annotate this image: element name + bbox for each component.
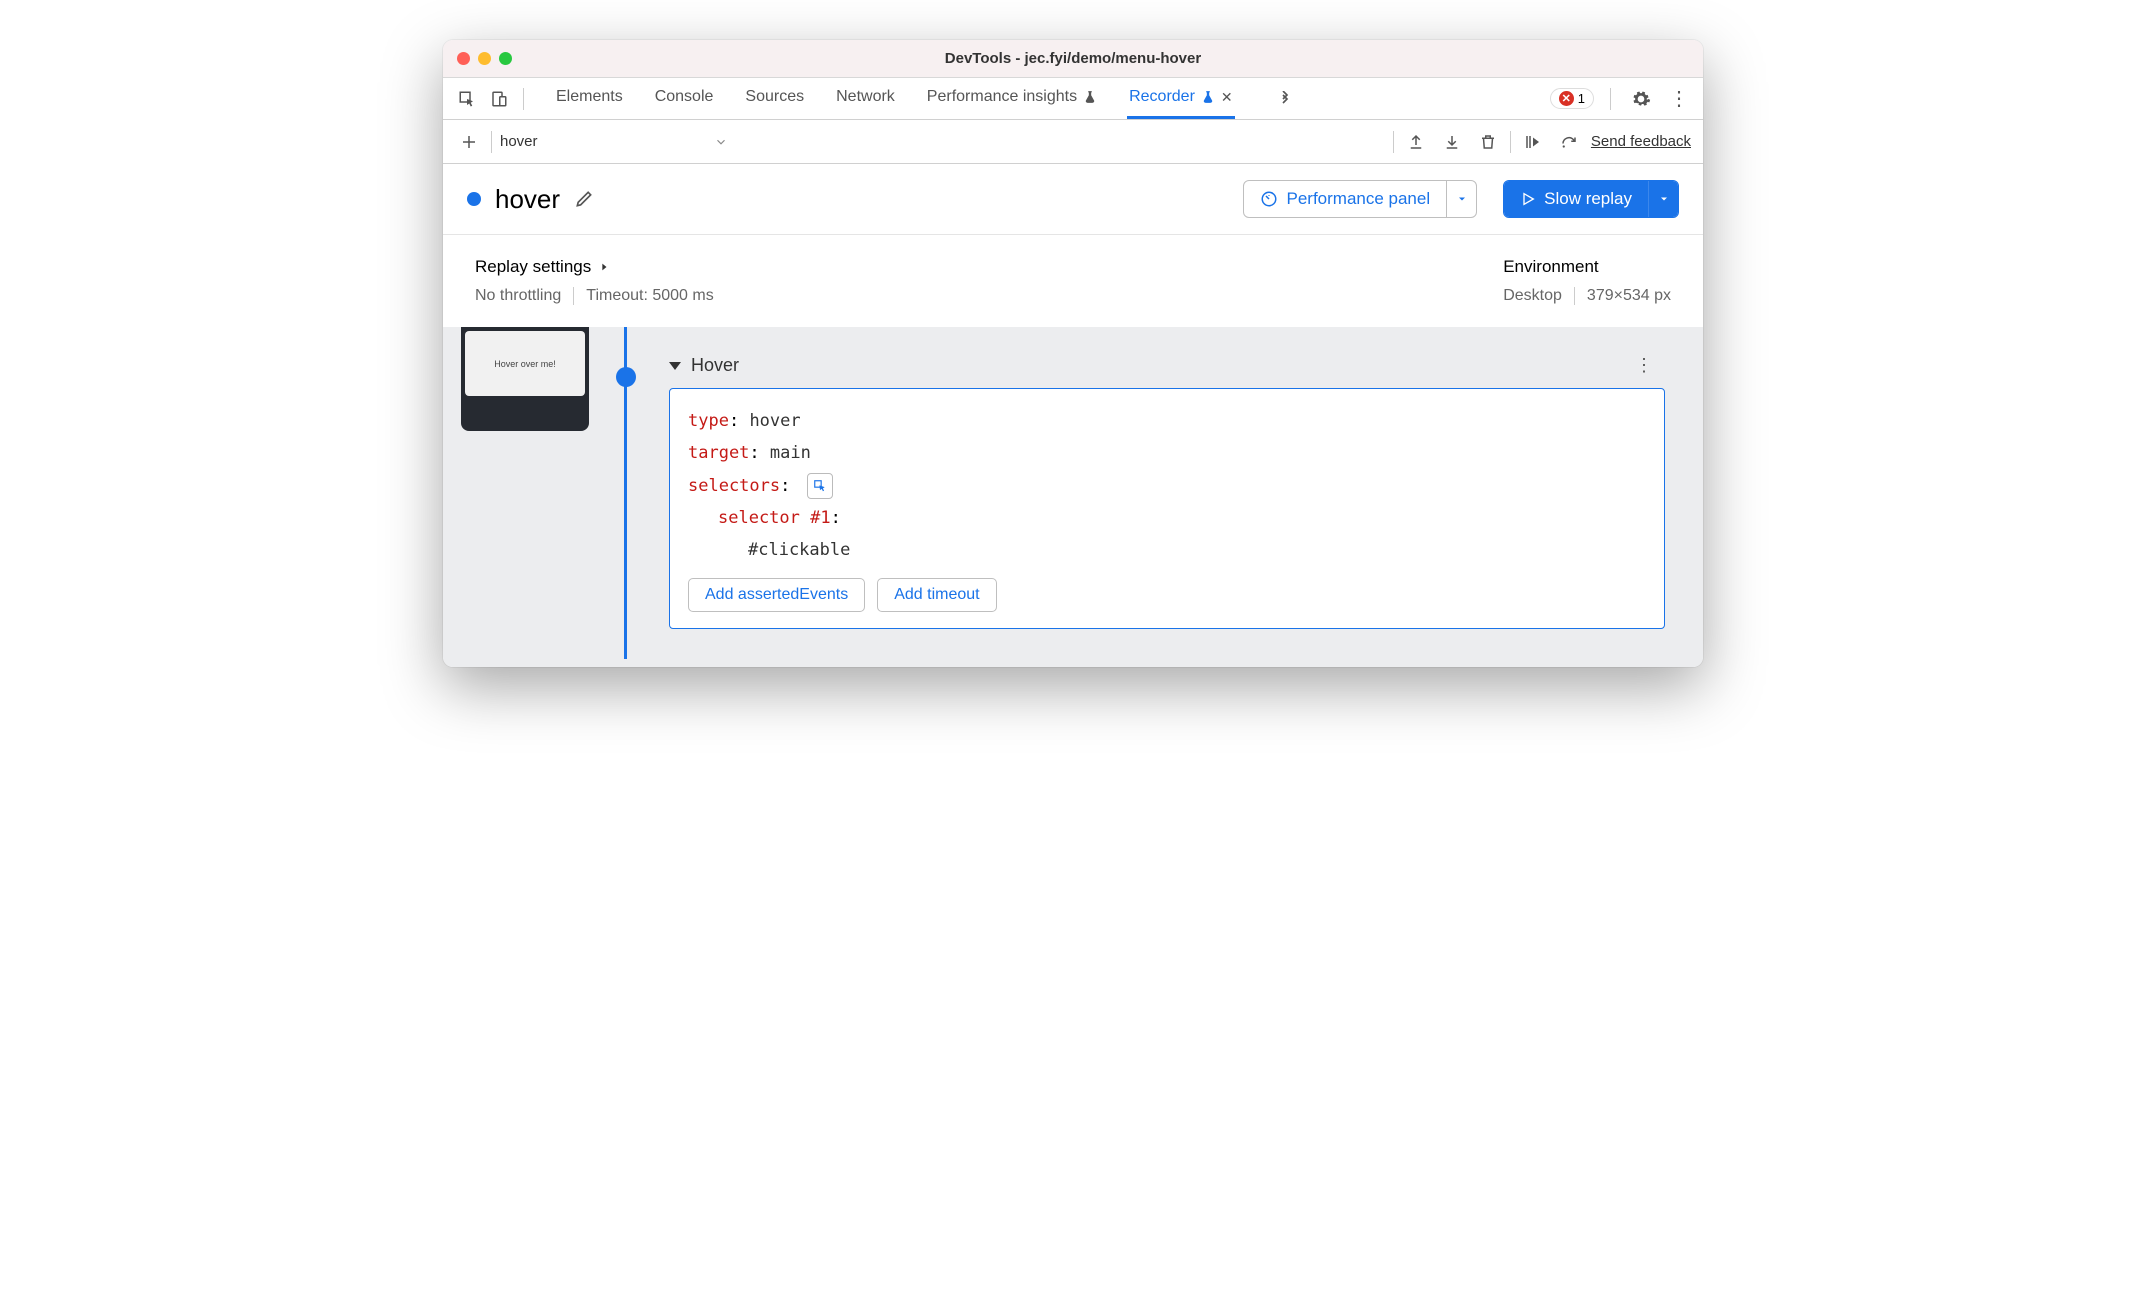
recording-title: hover: [495, 184, 560, 215]
delete-icon[interactable]: [1474, 128, 1502, 156]
performance-dropdown-icon[interactable]: [1446, 181, 1476, 217]
separator: [573, 287, 574, 305]
tab-network[interactable]: Network: [834, 78, 897, 119]
replay-settings-toggle[interactable]: Replay settings: [475, 257, 714, 277]
k-type: type: [688, 411, 729, 431]
titlebar: DevTools - jec.fyi/demo/menu-hover: [443, 40, 1703, 78]
tab-strip: Elements Console Sources Network Perform…: [443, 78, 1703, 120]
inspect-icon[interactable]: [453, 85, 481, 113]
environment-label: Environment: [1503, 257, 1671, 277]
window-title: DevTools - jec.fyi/demo/menu-hover: [443, 50, 1703, 67]
caret-right-icon: [599, 260, 609, 274]
tab-label: Recorder: [1129, 88, 1195, 106]
env-size: 379×534 px: [1587, 287, 1671, 305]
kebab-menu-icon[interactable]: ⋮: [1665, 85, 1693, 113]
tab-elements[interactable]: Elements: [554, 78, 625, 119]
tab-sources[interactable]: Sources: [743, 78, 806, 119]
close-tab-icon[interactable]: ✕: [1221, 89, 1233, 106]
flask-icon: [1083, 90, 1097, 104]
tab-performance-insights[interactable]: Performance insights: [925, 78, 1099, 119]
error-count: 1: [1578, 91, 1585, 106]
add-asserted-events-button[interactable]: Add assertedEvents: [688, 578, 865, 612]
step-thumbnail[interactable]: Hover over me!: [461, 327, 589, 431]
error-badge[interactable]: ✕ 1: [1550, 88, 1594, 109]
play-icon: [1520, 191, 1536, 207]
replay-dropdown-icon[interactable]: [1648, 181, 1678, 217]
edit-title-icon[interactable]: [574, 189, 594, 209]
import-icon[interactable]: [1438, 128, 1466, 156]
recording-header: hover Performance panel Slow replay: [443, 164, 1703, 234]
step-over-icon[interactable]: [1555, 128, 1583, 156]
step-body: type: hover target: main selectors: sele…: [669, 388, 1665, 629]
gauge-icon: [1260, 190, 1278, 208]
settings-row: Replay settings No throttling Timeout: 5…: [443, 234, 1703, 327]
steps-area: Hover over me! Hover ⋮ type: hover targe…: [443, 327, 1703, 667]
k-target: target: [688, 443, 749, 463]
thumbnail-content: Hover over me!: [465, 331, 585, 396]
button-label: Slow replay: [1544, 189, 1632, 209]
recording-select[interactable]: hover: [500, 133, 1385, 150]
step-through-icon[interactable]: [1519, 128, 1547, 156]
throttling-value: No throttling: [475, 287, 561, 305]
settings-icon[interactable]: [1627, 85, 1655, 113]
send-feedback-link[interactable]: Send feedback: [1591, 133, 1691, 150]
more-tabs-icon[interactable]: [1271, 85, 1299, 113]
recorder-toolbar: hover Send feedback: [443, 120, 1703, 164]
device-toggle-icon[interactable]: [485, 85, 513, 113]
timeout-value: Timeout: 5000 ms: [586, 287, 713, 305]
slow-replay-button[interactable]: Slow replay: [1503, 180, 1679, 218]
separator: [1574, 287, 1575, 305]
status-dot-icon: [467, 192, 481, 206]
v-selector1[interactable]: #clickable: [748, 540, 850, 560]
tab-label: Performance insights: [927, 88, 1077, 106]
error-icon: ✕: [1559, 91, 1574, 106]
devtools-window: DevTools - jec.fyi/demo/menu-hover Eleme…: [443, 40, 1703, 667]
k-selectors: selectors: [688, 476, 780, 496]
step-title: Hover: [691, 355, 739, 376]
step-kebab-icon[interactable]: ⋮: [1635, 355, 1665, 376]
k-selector1: selector #1: [718, 508, 831, 528]
export-icon[interactable]: [1402, 128, 1430, 156]
button-label: Performance panel: [1286, 189, 1430, 209]
add-timeout-button[interactable]: Add timeout: [877, 578, 996, 612]
tab-recorder[interactable]: Recorder ✕: [1127, 78, 1235, 119]
chevron-down-icon: [714, 135, 728, 149]
performance-panel-button[interactable]: Performance panel: [1243, 180, 1477, 218]
env-device: Desktop: [1503, 287, 1562, 305]
caret-down-icon: [669, 362, 681, 370]
v-target[interactable]: main: [770, 443, 811, 463]
recording-name: hover: [500, 133, 698, 150]
v-type[interactable]: hover: [749, 411, 800, 431]
replay-settings-label: Replay settings: [475, 257, 591, 277]
step-marker-icon: [616, 367, 636, 387]
element-picker-icon[interactable]: [807, 473, 833, 499]
flask-icon: [1201, 90, 1215, 104]
tab-console[interactable]: Console: [653, 78, 716, 119]
step-header[interactable]: Hover ⋮: [633, 327, 1685, 388]
new-recording-icon[interactable]: [455, 128, 483, 156]
